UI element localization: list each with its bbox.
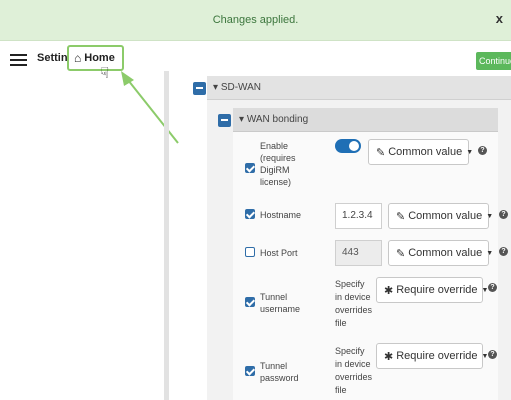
sdwan-section-header[interactable]: ▾ SD-WAN bbox=[207, 76, 511, 100]
hostname-input[interactable]: 1.2.3.4 bbox=[335, 203, 382, 229]
chevron-down-icon: ▾ bbox=[213, 82, 219, 93]
menu-icon[interactable] bbox=[10, 54, 27, 66]
tunnel-username-checkbox[interactable] bbox=[245, 297, 255, 307]
asterisk-icon: ✱ bbox=[384, 284, 394, 297]
hostname-label: Hostname bbox=[260, 210, 302, 220]
question-circle-icon[interactable]: ? bbox=[488, 283, 497, 292]
success-banner: Changes applied. x bbox=[0, 0, 511, 41]
tunnel-password-note: Specify in device overrides file bbox=[335, 346, 373, 395]
enable-toggle[interactable] bbox=[335, 139, 361, 153]
host-port-label: Host Port bbox=[260, 248, 298, 258]
sidebar-divider[interactable] bbox=[164, 71, 169, 400]
pencil-square-icon: ✎ bbox=[396, 210, 406, 223]
tunnel-username-note: Specify in device overrides file bbox=[335, 279, 373, 328]
sdwan-collapse-icon[interactable] bbox=[193, 82, 206, 95]
question-circle-icon[interactable]: ? bbox=[499, 210, 508, 219]
home-button-label: Home bbox=[84, 52, 115, 64]
home-icon: ⌂ bbox=[74, 51, 82, 65]
enable-checkbox[interactable] bbox=[245, 163, 255, 173]
pencil-square-icon: ✎ bbox=[396, 247, 406, 260]
enable-label: Enable (requires DigiRM license) bbox=[260, 141, 296, 187]
question-circle-icon[interactable]: ? bbox=[499, 247, 508, 256]
tunnel-password-override-dropdown[interactable]: ✱ Require override ▼ bbox=[376, 343, 488, 369]
home-button[interactable]: ⌂ Home bbox=[67, 45, 124, 71]
caret-down-icon: ▼ bbox=[486, 212, 494, 220]
enable-value-dropdown[interactable]: ✎ Common value ▼ bbox=[368, 139, 473, 165]
question-circle-icon[interactable]: ? bbox=[488, 350, 497, 359]
asterisk-icon: ✱ bbox=[384, 350, 394, 363]
question-circle-icon[interactable]: ? bbox=[478, 146, 487, 155]
pencil-square-icon: ✎ bbox=[376, 146, 386, 159]
tunnel-username-override-dropdown[interactable]: ✱ Require override ▼ bbox=[376, 277, 488, 303]
host-port-value-dropdown[interactable]: ✎ Common value ▼ bbox=[388, 240, 493, 266]
hostname-value-dropdown[interactable]: ✎ Common value ▼ bbox=[388, 203, 493, 229]
hostname-checkbox[interactable] bbox=[245, 209, 255, 219]
banner-message: Changes applied. bbox=[212, 14, 299, 26]
tunnel-username-label: Tunnel username bbox=[260, 292, 301, 314]
tunnel-password-checkbox[interactable] bbox=[245, 366, 255, 376]
sdwan-section-title: SD-WAN bbox=[220, 82, 261, 93]
caret-down-icon: ▼ bbox=[466, 148, 474, 156]
wan-bonding-title: WAN bonding bbox=[246, 114, 309, 125]
hand-pointer-icon: ☟ bbox=[100, 65, 110, 82]
continue-button[interactable]: Continue bbox=[476, 52, 511, 70]
chevron-down-icon: ▾ bbox=[239, 114, 245, 125]
banner-close-button[interactable]: x bbox=[496, 11, 503, 26]
wan-bonding-section-header[interactable]: ▾ WAN bonding bbox=[233, 108, 498, 132]
host-port-checkbox[interactable] bbox=[245, 247, 255, 257]
wan-bonding-collapse-icon[interactable] bbox=[218, 114, 231, 127]
caret-down-icon: ▼ bbox=[486, 249, 494, 257]
tunnel-password-label: Tunnel password bbox=[260, 361, 299, 383]
host-port-input[interactable]: 443 bbox=[335, 240, 382, 266]
